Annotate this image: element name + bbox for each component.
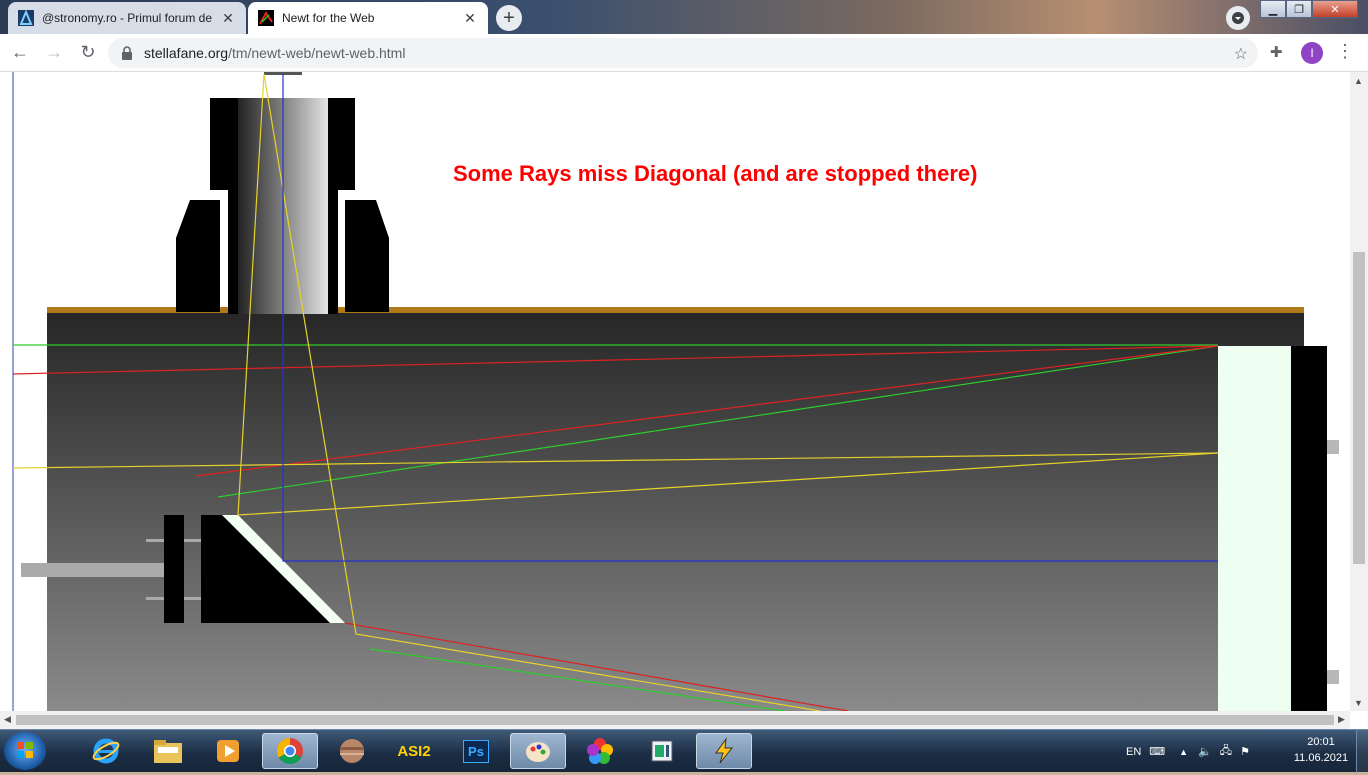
scroll-up-icon[interactable]: ▲ — [1354, 76, 1363, 86]
clock-date: 11.06.2021 — [1293, 752, 1349, 764]
show-desktop-button[interactable] — [1356, 730, 1368, 773]
tab-newt-for-the-web[interactable]: Newt for the Web ✕ — [248, 2, 488, 34]
horizontal-scrollbar[interactable]: ◀ ▶ — [0, 711, 1350, 729]
vertical-scroll-thumb[interactable] — [1353, 252, 1365, 564]
newtonian-ray-diagram: Some Rays miss Diagonal (and are stopped… — [12, 72, 1339, 712]
close-icon[interactable]: ✕ — [462, 10, 478, 26]
keyboard-icon[interactable]: ⌨ — [1149, 745, 1165, 758]
taskbar-media-player[interactable] — [200, 733, 256, 769]
system-tray: EN ⌨ ▲ 🔈 🖧 ⚑ — [1126, 730, 1250, 773]
tab-search-button[interactable] — [1226, 6, 1250, 30]
chrome-icon — [276, 737, 303, 765]
close-window-button[interactable]: ✕ — [1312, 0, 1358, 18]
tab-astronomy-forum[interactable]: @stronomy.ro - Primul forum de ✕ — [8, 2, 246, 34]
taskbar-explorer[interactable] — [140, 733, 196, 769]
internet-explorer-icon — [92, 738, 120, 764]
browser-toolbar: ← → ↻ stellafane.org/tm/newt-web/newt-we… — [0, 34, 1368, 72]
paint-icon — [526, 742, 550, 762]
extensions-puzzle-icon[interactable]: ✚ — [1270, 43, 1283, 61]
url-path: /tm/newt-web/newt-web.html — [228, 45, 406, 61]
start-button[interactable] — [4, 732, 46, 770]
diagonal-holder-plate — [164, 515, 184, 623]
minimize-button[interactable]: ▁ — [1260, 0, 1286, 18]
colors-icon — [587, 738, 613, 764]
file-explorer-icon — [154, 740, 182, 763]
media-player-icon — [217, 740, 239, 762]
astronomy-logo-icon — [18, 10, 34, 26]
taskbar-document[interactable] — [634, 733, 690, 769]
telescope-tube — [47, 310, 1304, 711]
taskbar-paint[interactable] — [510, 733, 566, 769]
newt-icon — [258, 10, 274, 26]
reload-button[interactable]: ↻ — [74, 39, 102, 67]
document-icon — [651, 740, 673, 762]
volume-icon[interactable]: 🔈 — [1198, 745, 1212, 758]
tab-title: Newt for the Web — [282, 11, 375, 25]
taskbar-ie[interactable] — [78, 733, 134, 769]
mirror-cell — [1291, 346, 1327, 711]
show-hidden-icons-icon[interactable]: ▲ — [1179, 747, 1188, 757]
forward-arrow-icon: → — [45, 42, 63, 62]
photoshop-icon: Ps — [463, 739, 489, 763]
tab-title: @stronomy.ro - Primul forum de — [42, 11, 212, 25]
profile-avatar[interactable]: I — [1301, 42, 1323, 64]
action-center-icon[interactable]: ⚑ — [1240, 745, 1250, 758]
spider-vane — [21, 563, 166, 577]
reload-icon: ↻ — [80, 42, 96, 62]
new-tab-button[interactable]: + — [496, 5, 522, 31]
scroll-left-icon[interactable]: ◀ — [4, 714, 11, 725]
vertical-scrollbar[interactable]: ▲ ▼ — [1350, 72, 1368, 711]
back-arrow-icon: ← — [11, 42, 29, 62]
taskbar-asi-app[interactable]: ASI2 — [386, 733, 442, 769]
more-menu-icon[interactable]: ⋮ — [1336, 41, 1354, 62]
clock-time: 20:01 — [1307, 736, 1335, 748]
close-icon[interactable]: ✕ — [220, 10, 236, 26]
windows-logo-icon — [17, 742, 33, 758]
taskbar-colors[interactable] — [572, 733, 628, 769]
planet-app-icon — [340, 739, 364, 763]
taskbar: ASI2 Ps EN ⌨ ▲ 🔈 🖧 ⚑ 20:01 11.06.2021 — [0, 729, 1368, 773]
address-bar[interactable]: stellafane.org/tm/newt-web/newt-web.html… — [108, 38, 1258, 68]
network-icon[interactable]: 🖧 — [1220, 742, 1232, 761]
forward-button[interactable]: → — [40, 39, 68, 67]
lock-icon — [122, 46, 132, 60]
taskbar-chrome[interactable] — [262, 733, 318, 769]
mirror-clip — [1327, 670, 1339, 684]
chevron-down-icon — [1232, 12, 1244, 24]
primary-mirror — [1218, 346, 1292, 711]
taskbar-winamp[interactable] — [696, 733, 752, 769]
url-host: stellafane.org — [144, 45, 229, 61]
taskbar-photoshop[interactable]: Ps — [448, 733, 504, 769]
window-controls: ▁ ❐ ✕ — [1260, 0, 1358, 18]
clock[interactable]: 20:01 11.06.2021 — [1290, 734, 1352, 766]
mirror-clip — [1327, 440, 1339, 454]
maximize-button[interactable]: ❐ — [1286, 0, 1312, 18]
bookmark-star-icon[interactable]: ☆ — [1234, 44, 1248, 64]
winamp-icon — [715, 737, 734, 764]
annotation-text: Some Rays miss Diagonal (and are stopped… — [453, 161, 977, 186]
tab-strip: @stronomy.ro - Primul forum de ✕ Newt fo… — [0, 0, 1368, 34]
taskbar-planet-app[interactable] — [324, 733, 380, 769]
page-viewport: Some Rays miss Diagonal (and are stopped… — [0, 72, 1368, 729]
asi-app-icon: ASI2 — [397, 742, 431, 760]
horizontal-scroll-thumb[interactable] — [16, 715, 1334, 725]
scroll-down-icon[interactable]: ▼ — [1354, 698, 1363, 708]
scroll-right-icon[interactable]: ▶ — [1338, 714, 1345, 725]
language-indicator[interactable]: EN — [1126, 746, 1141, 758]
back-button[interactable]: ← — [6, 39, 34, 67]
